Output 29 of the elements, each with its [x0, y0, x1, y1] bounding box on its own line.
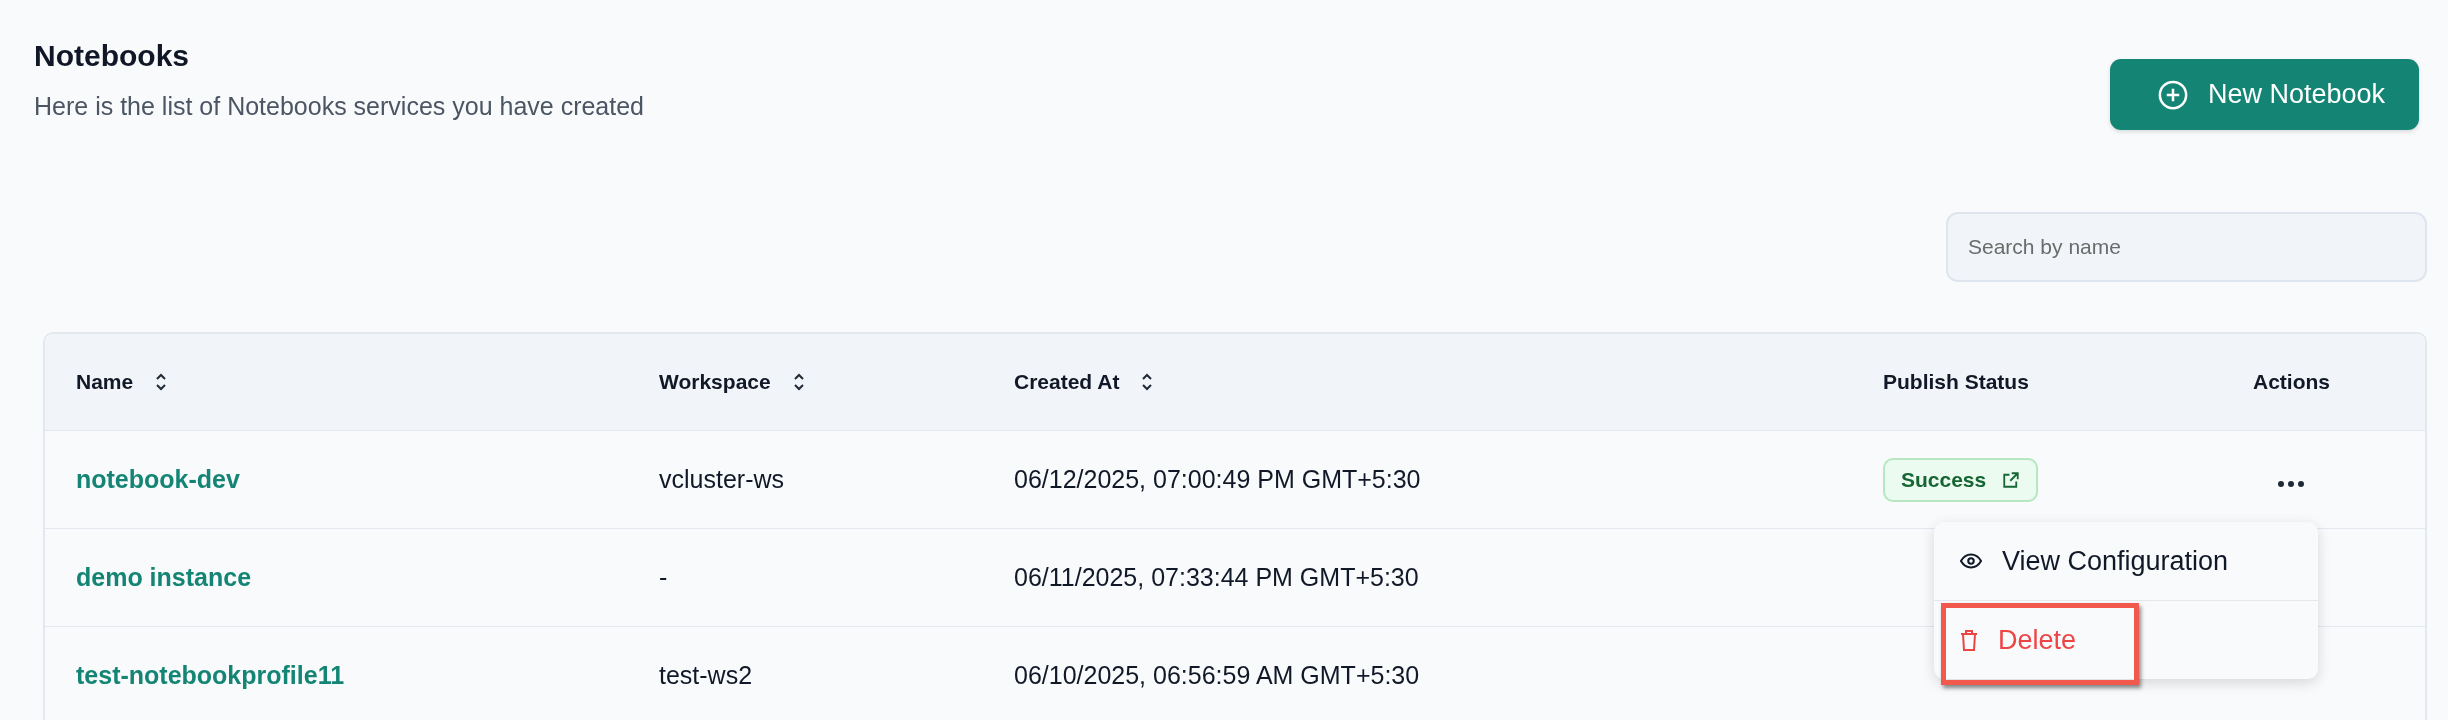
status-badge[interactable]: Success: [1883, 457, 2039, 502]
column-header: Actions: [2253, 370, 2330, 394]
table-cell: 06/12/2025, 07:00:49 PM GMT+5:30: [1014, 465, 1421, 493]
sort-icon[interactable]: [792, 373, 805, 391]
column-header[interactable]: Name: [76, 370, 134, 394]
page-title: Notebooks: [34, 38, 190, 74]
eye-icon: [1960, 553, 1982, 569]
search-field[interactable]: Search by name: [1946, 212, 2427, 282]
column-header: Publish Status: [1883, 370, 2029, 394]
page-subtitle: Here is the list of Notebooks services you have created: [34, 91, 645, 121]
notebook-name-link[interactable]: notebook-dev: [76, 465, 240, 493]
external-link-icon: [2002, 470, 2021, 489]
column-header[interactable]: Workspace: [659, 370, 771, 394]
new-notebook-button[interactable]: New Notebook: [2109, 59, 2419, 130]
sort-icon[interactable]: [155, 373, 168, 391]
table-cell: vcluster-ws: [659, 465, 784, 493]
table-cell: 06/10/2025, 06:56:59 AM GMT+5:30: [1014, 661, 1420, 689]
menu-item[interactable]: View Configuration: [1934, 522, 2318, 600]
menu-item[interactable]: Delete: [1934, 600, 2318, 679]
table-cell: test-ws2: [659, 661, 753, 689]
notebook-name-link[interactable]: demo instance: [76, 563, 252, 591]
more-options-icon[interactable]: [2277, 480, 2305, 488]
sort-icon[interactable]: [1141, 373, 1154, 391]
column-header[interactable]: Created At: [1014, 370, 1120, 394]
notebook-name-link[interactable]: test-notebookprofile11: [76, 661, 345, 689]
table-cell: -: [659, 563, 668, 591]
trash-icon: [1960, 629, 1978, 651]
plus-circle-icon: [2157, 79, 2188, 110]
table-cell: 06/11/2025, 07:33:44 PM GMT+5:30: [1014, 563, 1419, 591]
